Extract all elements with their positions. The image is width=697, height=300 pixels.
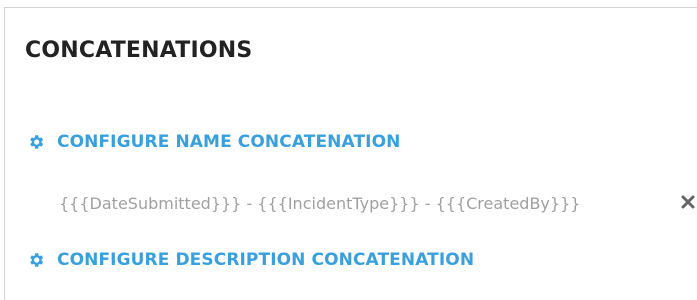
configure-description-concatenation-link[interactable]: CONFIGURE DESCRIPTION CONCATENATION xyxy=(27,250,474,270)
concatenations-panel: CONCATENATIONS CONFIGURE NAME CONCATENAT… xyxy=(4,7,697,300)
close-icon[interactable] xyxy=(680,194,696,210)
name-concatenation-template: {{{DateSubmitted}}} - {{{IncidentType}}}… xyxy=(59,194,581,213)
configure-name-concatenation-link[interactable]: CONFIGURE NAME CONCATENATION xyxy=(27,132,400,152)
configure-description-concatenation-label: CONFIGURE DESCRIPTION CONCATENATION xyxy=(57,250,475,270)
gear-icon xyxy=(30,135,44,149)
gear-icon xyxy=(30,253,44,267)
section-title: CONCATENATIONS xyxy=(25,38,253,63)
configure-name-concatenation-label: CONFIGURE NAME CONCATENATION xyxy=(57,132,401,152)
